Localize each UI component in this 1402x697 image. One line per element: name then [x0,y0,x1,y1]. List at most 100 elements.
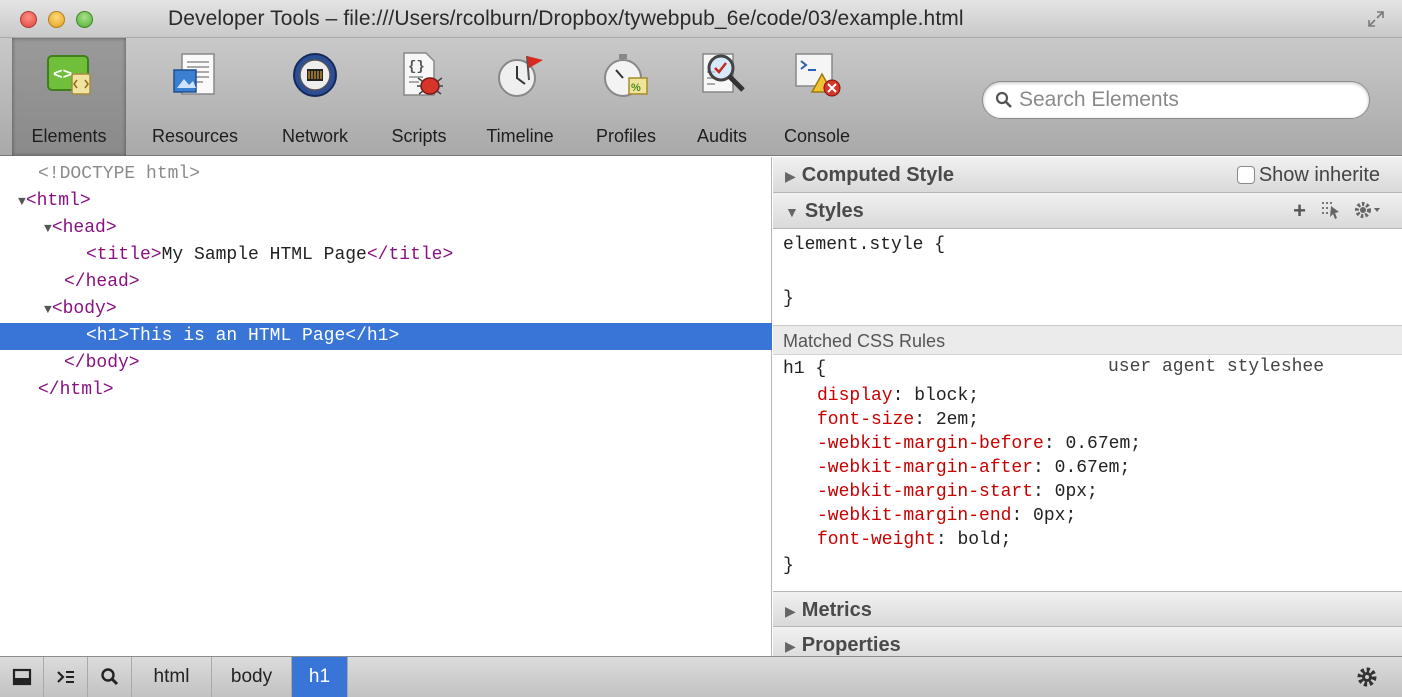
console-icon [795,53,841,97]
css-declaration[interactable]: font-size: 2em; [817,408,979,432]
gear-icon[interactable] [1354,200,1380,220]
status-bar: html body h1 [0,656,1402,697]
css-property: display [817,386,893,406]
css-value: 0.67em; [1065,434,1142,454]
fullscreen-icon[interactable] [1368,11,1384,27]
tab-profiles[interactable]: % Profiles [578,38,674,156]
window-title: Developer Tools – file:///Users/rcolburn… [168,7,964,30]
breadcrumb-body[interactable]: body [212,657,292,697]
scripts-icon: {} [403,52,443,96]
tab-resources[interactable]: Resources [134,38,256,156]
tab-console-label: Console [783,126,851,146]
dom-node-body-close[interactable]: </body> [0,350,772,377]
head-close-tag: </head> [64,272,140,292]
matched-css-rules-header: Matched CSS Rules [773,325,1402,355]
tab-audits[interactable]: Audits [680,38,764,156]
element-style-open[interactable]: element.style { [783,233,945,257]
element-state-icon[interactable] [1320,200,1342,220]
css-declaration[interactable]: display: block; [817,384,979,408]
body-close-tag: </body> [64,353,140,373]
dom-node-h1-selected[interactable]: <h1>This is an HTML Page</h1> [0,323,772,350]
computed-style-label: Computed Style [801,164,955,186]
css-property: -webkit-margin-before [817,434,1044,454]
styles-sidebar: ▶ Computed Style Show inherite ▼ Styles + … [773,157,1402,656]
tab-network[interactable]: Network [264,38,366,156]
css-declaration[interactable]: -webkit-margin-before: 0.67em; [817,432,1141,456]
close-window-button[interactable] [20,11,37,28]
dock-icon [12,668,32,686]
title-open-tag: <title> [86,245,162,265]
dom-node-body[interactable]: ▼<body> [0,296,772,323]
expand-triangle-icon[interactable]: ▼ [18,194,26,209]
tab-elements[interactable]: <> Elements [12,38,126,156]
title-text: My Sample HTML Page [161,245,367,265]
metrics-header[interactable]: ▶ Metrics [773,591,1402,627]
inspect-search-button[interactable] [88,657,132,697]
search-elements-input[interactable] [1019,86,1359,114]
rule-close: } [783,556,794,576]
tab-scripts-label: Scripts [391,126,447,146]
expand-triangle-icon[interactable]: ▼ [44,302,52,317]
css-property: -webkit-margin-end [817,506,1012,526]
settings-gear-icon[interactable] [1356,666,1378,688]
tab-resources-label: Resources [151,126,239,146]
tab-scripts[interactable]: {} Scripts [374,38,464,156]
css-value: 0px; [1033,506,1077,526]
html-open-tag: <html> [25,191,91,211]
expand-triangle-icon[interactable]: ▼ [44,221,52,236]
properties-header[interactable]: ▶ Properties [773,627,1402,656]
head-open-tag: <head> [51,218,117,238]
svg-text:%: % [631,82,641,94]
css-value: block; [914,386,980,406]
css-declaration[interactable]: -webkit-margin-after: 0.67em; [817,456,1130,480]
dom-node-html[interactable]: ▼<html> [0,188,772,215]
add-rule-icon[interactable]: + [1293,198,1306,223]
checkbox-icon[interactable] [1236,166,1255,184]
resources-icon [173,53,215,95]
console-drawer-button[interactable] [44,657,88,697]
collapsed-triangle-icon: ▶ [785,638,796,654]
dock-toggle-button[interactable] [0,657,44,697]
computed-style-header[interactable]: ▶ Computed Style Show inherite [773,157,1402,193]
tab-profiles-label: Profiles [595,126,657,146]
dom-node-html-close[interactable]: </html> [0,377,772,404]
svg-text:{}: {} [408,59,425,75]
zoom-window-button[interactable] [76,11,93,28]
tab-audits-label: Audits [696,126,748,146]
breadcrumb-h1[interactable]: h1 [292,657,348,697]
network-icon [293,53,337,97]
html-close-tag: </html> [38,380,114,400]
css-property: font-weight [817,530,936,550]
magnifier-icon [101,668,119,686]
dom-node-title[interactable]: <title>My Sample HTML Page</title> [0,242,772,269]
tab-console[interactable]: Console [770,38,864,156]
doctype-text: <!DOCTYPE html> [38,164,201,184]
show-inherited-checkbox[interactable]: Show inherite [1236,164,1380,186]
css-declaration[interactable]: -webkit-margin-end: 0px; [817,504,1076,528]
timeline-icon [498,55,543,97]
toolbar: <> Elements Resources Network {} Scripts… [0,38,1402,156]
css-value: 0.67em; [1054,458,1131,478]
css-property: -webkit-margin-after [817,458,1034,478]
css-declaration[interactable]: font-weight: bold; [817,528,1011,552]
collapsed-triangle-icon: ▶ [785,603,796,619]
search-box[interactable] [982,81,1370,119]
styles-toolbar: + [1293,193,1380,229]
tab-timeline[interactable]: Timeline [470,38,570,156]
show-inherited-label: Show inherite [1258,164,1380,186]
h1-text: This is an HTML Page [129,326,346,346]
profiles-icon: % [604,54,648,97]
svg-text:<>: <> [53,66,72,84]
properties-label: Properties [801,634,901,656]
dom-node-doctype[interactable]: <!DOCTYPE html> [0,161,772,188]
styles-header[interactable]: ▼ Styles + [773,193,1402,229]
breadcrumb-html[interactable]: html [132,657,212,697]
dom-tree-panel: <!DOCTYPE html> ▼<html> ▼<head> <title>M… [0,157,772,656]
body-open-tag: <body> [51,299,117,319]
css-declaration[interactable]: -webkit-margin-start: 0px; [817,480,1098,504]
expanded-triangle-icon: ▼ [785,204,799,220]
dom-node-head-close[interactable]: </head> [0,269,772,296]
minimize-window-button[interactable] [48,11,65,28]
rule-selector[interactable]: h1 { [783,357,826,381]
dom-node-head[interactable]: ▼<head> [0,215,772,242]
